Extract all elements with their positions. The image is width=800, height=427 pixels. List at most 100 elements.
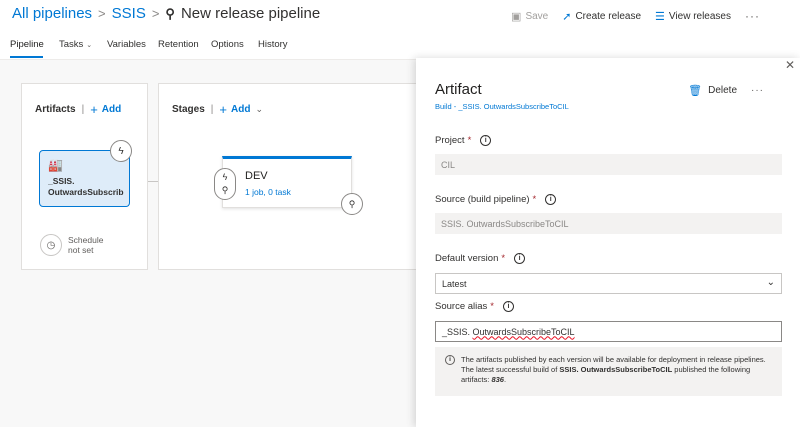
plus-icon: +: [219, 102, 227, 117]
more-actions-button[interactable]: ···: [745, 9, 760, 23]
artifact-name-line1: _SSIS.: [48, 176, 75, 186]
artifact-name-line2: OutwardsSubscrib: [48, 187, 124, 197]
more-actions-button[interactable]: ···: [751, 85, 764, 96]
tab-bar: Pipeline Tasks ⌄ Variables Retention Opti…: [0, 32, 800, 60]
add-stage-button[interactable]: + Add ⌄: [219, 102, 263, 117]
stages-header: Stages | + Add ⌄: [172, 102, 263, 117]
header-divider: |: [210, 104, 214, 115]
message-count: 836: [491, 375, 504, 384]
view-releases-button[interactable]: ☰ View releases: [655, 10, 731, 23]
breadcrumb-separator: >: [98, 6, 106, 21]
post-deployment-conditions-button[interactable]: ⚲: [341, 193, 363, 215]
project-field: CIL: [435, 154, 782, 175]
view-releases-label: View releases: [668, 10, 731, 22]
info-icon[interactable]: i: [502, 301, 514, 312]
artifact-panel-actions: 🗑 Delete ···: [688, 84, 764, 97]
stages-panel: Stages | + Add ⌄ ϟ ⚲ DEV 1 job, 0 task ⚲: [158, 83, 428, 270]
tab-tasks[interactable]: Tasks ⌄: [59, 39, 92, 50]
create-release-label: Create release: [575, 10, 642, 22]
source-alias-input[interactable]: _SSIS. OutwardsSubscribeToCIL: [435, 321, 782, 342]
clock-icon: ◷: [40, 234, 62, 256]
source-alias-prefix: _SSIS.: [442, 326, 473, 337]
info-icon[interactable]: i: [480, 135, 492, 146]
breadcrumb-project[interactable]: SSIS: [112, 5, 146, 22]
stage-name[interactable]: DEV: [245, 170, 268, 182]
chevron-down-icon: ⌄: [86, 42, 93, 49]
default-version-label-text: Default version: [435, 253, 499, 264]
rocket-icon: ➚: [562, 10, 572, 23]
tab-options[interactable]: Options: [211, 39, 244, 50]
save-button[interactable]: ▣ Save: [511, 10, 548, 23]
artifact-info-message: i The artifacts published by each versio…: [435, 347, 782, 396]
required-mark: *: [490, 301, 494, 312]
message-bold: SSIS. OutwardsSubscribeToCIL: [559, 365, 673, 374]
tab-history[interactable]: History: [258, 39, 288, 50]
list-icon: ☰: [655, 10, 665, 23]
schedule-button[interactable]: ◷ Schedule not set: [40, 234, 103, 256]
schedule-line2: not set: [68, 245, 94, 255]
default-version-value: Latest: [442, 278, 467, 289]
continuous-deployment-trigger-button[interactable]: ϟ: [110, 140, 132, 162]
lightning-person-icon: ϟ: [222, 172, 228, 183]
schedule-line1: Schedule: [68, 235, 104, 245]
source-label: Source (build pipeline) * i: [435, 194, 557, 205]
build-icon: 🏭: [48, 158, 63, 172]
tab-pipeline[interactable]: Pipeline: [10, 39, 44, 50]
close-icon[interactable]: ✕: [785, 58, 795, 72]
schedule-text: Schedule not set: [68, 235, 103, 255]
tab-tasks-label: Tasks: [59, 39, 84, 50]
source-label-text: Source (build pipeline): [435, 194, 530, 205]
artifact-panel: Artifact Build - _SSIS. OutwardsSubscrib…: [416, 58, 800, 427]
project-label: Project * i: [435, 135, 492, 146]
breadcrumb-separator: >: [151, 6, 160, 21]
person-icon: ⚲: [348, 198, 356, 209]
add-stage-label: Add: [231, 104, 251, 115]
save-label: Save: [525, 10, 549, 22]
required-mark: *: [467, 135, 472, 146]
breadcrumb-all-pipelines[interactable]: All pipelines: [12, 5, 92, 22]
person-icon: ⚲: [221, 184, 229, 195]
default-version-select[interactable]: Latest ⌄: [435, 273, 782, 294]
artifacts-panel: Artifacts | + Add 🏭 _SSIS. OutwardsSubsc…: [21, 83, 148, 270]
add-artifact-button[interactable]: + Add: [90, 102, 121, 117]
save-icon: ▣: [511, 10, 522, 23]
top-bar: All pipelines > SSIS > ⚲ New release pip…: [0, 0, 800, 32]
tab-variables[interactable]: Variables: [107, 39, 146, 50]
source-field: SSIS. OutwardsSubscribeToCIL: [435, 213, 782, 234]
default-version-label: Default version * i: [435, 253, 526, 264]
pre-deployment-conditions-button[interactable]: ϟ ⚲: [214, 168, 236, 200]
lightning-icon: ϟ: [118, 145, 124, 157]
source-alias-word: OutwardsSubscribeToCIL: [472, 326, 575, 337]
tab-retention[interactable]: Retention: [158, 39, 199, 50]
add-artifact-label: Add: [101, 104, 122, 115]
source-alias-label-text: Source alias: [435, 301, 488, 312]
header-divider: |: [81, 104, 85, 115]
delete-button[interactable]: Delete: [708, 85, 737, 96]
chevron-down-icon: ⌄: [766, 277, 775, 288]
pipeline-icon: ⚲: [165, 5, 175, 21]
chevron-down-icon: ⌄: [255, 104, 263, 114]
artifacts-heading: Artifacts: [35, 104, 76, 115]
artifact-panel-subtitle[interactable]: Build - _SSIS. OutwardsSubscribeToCIL: [435, 102, 569, 111]
artifact-panel-title: Artifact: [435, 81, 482, 98]
required-mark: *: [501, 253, 506, 264]
artifacts-header: Artifacts | + Add: [35, 102, 121, 117]
info-icon[interactable]: i: [514, 253, 526, 264]
page-title[interactable]: New release pipeline: [181, 5, 320, 22]
plus-icon: +: [90, 102, 98, 117]
source-alias-label: Source alias * i: [435, 301, 514, 312]
breadcrumb: All pipelines > SSIS > ⚲ New release pip…: [12, 5, 320, 22]
project-label-text: Project: [435, 135, 465, 146]
stage-card-dev[interactable]: ϟ ⚲ DEV 1 job, 0 task: [214, 156, 352, 208]
stage-jobs-link[interactable]: 1 job, 0 task: [245, 187, 291, 197]
active-tab-indicator: [10, 56, 43, 58]
trash-icon: 🗑: [688, 85, 703, 97]
info-icon[interactable]: i: [545, 194, 557, 205]
create-release-button[interactable]: ➚ Create release: [562, 10, 641, 23]
top-actions: ▣ Save ➚ Create release ☰ View releases …: [497, 9, 760, 23]
message-end: .: [503, 375, 507, 384]
required-mark: *: [532, 194, 537, 205]
artifact-name: _SSIS. OutwardsSubscrib: [48, 176, 126, 198]
stages-heading: Stages: [172, 104, 205, 115]
info-icon: i: [445, 355, 455, 365]
